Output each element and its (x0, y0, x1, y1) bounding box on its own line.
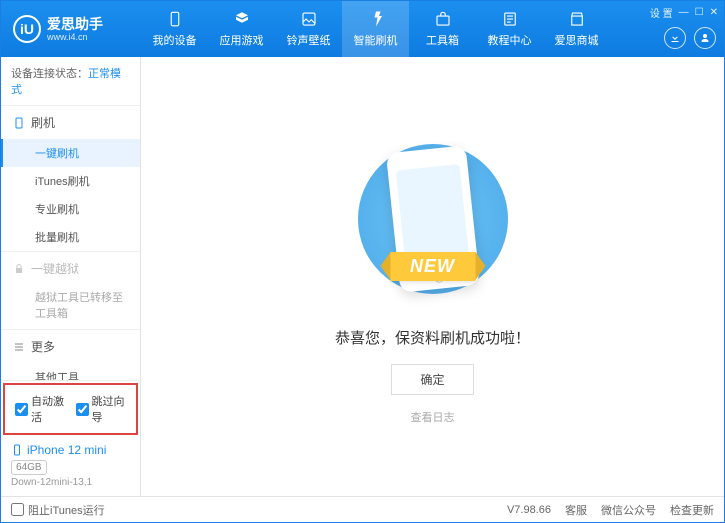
download-icon[interactable] (664, 27, 686, 49)
minimize-button[interactable]: — (679, 7, 689, 18)
success-message: 恭喜您，保资料刷机成功啦！ (335, 327, 530, 348)
success-illustration: NEW (338, 129, 528, 309)
menu-item-flash-1[interactable]: iTunes刷机 (1, 167, 140, 195)
flash-icon (366, 10, 386, 28)
main-content: NEW 恭喜您，保资料刷机成功啦！ 确定 查看日志 (141, 57, 724, 496)
app-title: 爱思助手 (47, 17, 103, 31)
sidebar: 设备连接状态：正常模式 刷机 一键刷机iTunes刷机专业刷机批量刷机 一键越狱… (1, 57, 141, 496)
service-link[interactable]: 客服 (565, 502, 587, 518)
version-label: V7.98.66 (507, 504, 551, 516)
jailbreak-note: 越狱工具已转移至 工具箱 (1, 285, 140, 329)
logo-area: iU 爱思助手 www.i4.cn (1, 15, 141, 43)
device-name-label: iPhone 12 mini (27, 443, 106, 457)
device-storage-badge: 64GB (11, 460, 47, 475)
device-firmware: Down-12mini-13,1 (11, 477, 130, 488)
menu-group-more: 更多 其他工具下载固件高级功能 (1, 330, 140, 380)
app-window: iU 爱思助手 www.i4.cn 我的设备应用游戏铃声壁纸智能刷机工具箱教程中… (0, 0, 725, 523)
menu-header-more[interactable]: 更多 (1, 330, 140, 363)
device-icon (165, 10, 185, 28)
menu-item-flash-3[interactable]: 批量刷机 (1, 223, 140, 251)
view-log-link[interactable]: 查看日志 (411, 409, 455, 425)
statusbar: 阻止iTunes运行 V7.98.66 客服 微信公众号 检查更新 (1, 496, 724, 522)
phone-icon (13, 117, 25, 129)
wechat-link[interactable]: 微信公众号 (601, 502, 656, 518)
wallpaper-icon (299, 10, 319, 28)
toolbox-icon (433, 10, 453, 28)
menu-group-flash: 刷机 一键刷机iTunes刷机专业刷机批量刷机 (1, 106, 140, 252)
nav-flash[interactable]: 智能刷机 (342, 1, 409, 57)
list-icon (13, 341, 25, 353)
ok-button[interactable]: 确定 (391, 364, 473, 395)
menu-group-jailbreak: 一键越狱 越狱工具已转移至 工具箱 (1, 252, 140, 330)
menu-item-flash-0[interactable]: 一键刷机 (1, 139, 140, 167)
titlebar: iU 爱思助手 www.i4.cn 我的设备应用游戏铃声壁纸智能刷机工具箱教程中… (1, 1, 724, 57)
lock-icon (13, 263, 25, 275)
store-icon (567, 10, 587, 28)
maximize-button[interactable]: ☐ (695, 7, 704, 18)
nav-store[interactable]: 爱思商城 (543, 1, 610, 57)
settings-link[interactable]: 设 置 (650, 5, 673, 20)
user-icon[interactable] (694, 27, 716, 49)
skip-guide-checkbox[interactable]: 跳过向导 (76, 393, 127, 425)
app-url: www.i4.cn (47, 33, 103, 42)
nav-wallpaper[interactable]: 铃声壁纸 (275, 1, 342, 57)
checkbox-row: 自动激活 跳过向导 (3, 383, 138, 435)
update-link[interactable]: 检查更新 (670, 502, 714, 518)
device-info[interactable]: iPhone 12 mini 64GB Down-12mini-13,1 (1, 437, 140, 496)
menu-item-flash-2[interactable]: 专业刷机 (1, 195, 140, 223)
apps-icon (232, 10, 252, 28)
auto-activate-checkbox[interactable]: 自动激活 (15, 393, 66, 425)
app-logo-icon: iU (13, 15, 41, 43)
nav-tutorial[interactable]: 教程中心 (476, 1, 543, 57)
window-controls: 设 置 — ☐ ✕ (650, 5, 718, 20)
device-icon (11, 444, 23, 456)
connection-status: 设备连接状态：正常模式 (1, 57, 140, 106)
menu-header-jailbreak: 一键越狱 (1, 252, 140, 285)
new-banner: NEW (390, 252, 475, 281)
menu-item-more-0[interactable]: 其他工具 (1, 363, 140, 380)
nav-apps[interactable]: 应用游戏 (208, 1, 275, 57)
menu-header-flash[interactable]: 刷机 (1, 106, 140, 139)
block-itunes-checkbox[interactable]: 阻止iTunes运行 (11, 502, 105, 518)
tutorial-icon (500, 10, 520, 28)
nav-toolbox[interactable]: 工具箱 (409, 1, 476, 57)
nav-device[interactable]: 我的设备 (141, 1, 208, 57)
close-button[interactable]: ✕ (710, 7, 718, 18)
top-nav: 我的设备应用游戏铃声壁纸智能刷机工具箱教程中心爱思商城 (141, 1, 724, 57)
